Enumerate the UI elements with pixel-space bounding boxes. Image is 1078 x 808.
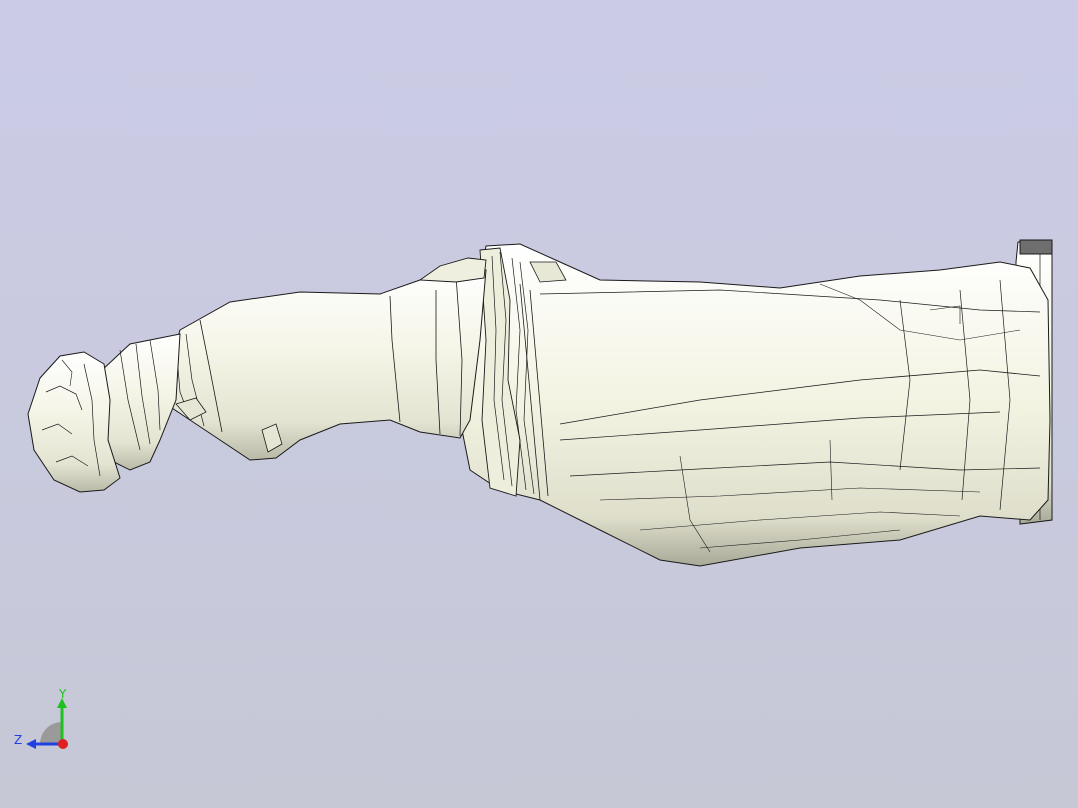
statue-head — [27, 333, 181, 493]
z-axis-arrow — [26, 739, 36, 749]
y-axis-label: Y — [58, 687, 67, 701]
statue-robe — [459, 243, 1051, 567]
x-axis-dot — [58, 739, 68, 749]
axis-triad: Y Z — [14, 687, 68, 749]
statue-torso — [159, 267, 487, 461]
3d-viewport[interactable]: Y Z — [0, 0, 1078, 808]
triad-arc — [40, 722, 62, 744]
z-axis-label: Z — [14, 733, 22, 747]
statue-model[interactable] — [0, 0, 1078, 808]
statue-arm — [418, 257, 487, 283]
